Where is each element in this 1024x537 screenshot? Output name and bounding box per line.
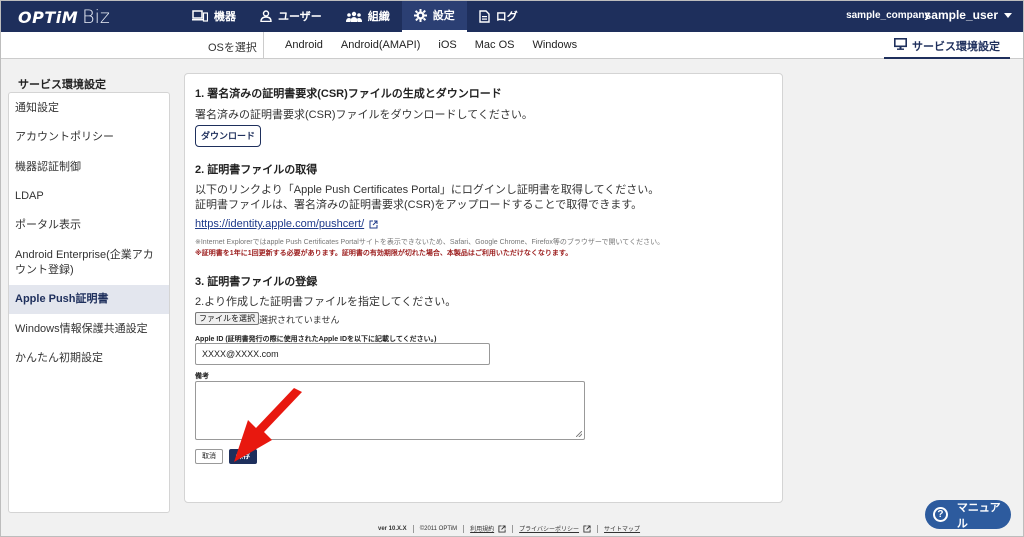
step2-text1: 以下のリンクより「Apple Push Certificates Portal」…	[195, 184, 660, 196]
tab-android[interactable]: Android	[276, 32, 332, 58]
footer: ver 10.X.X ©2011 OPTiM 利用規約 プライバシーポリシー サ…	[378, 524, 640, 533]
sidebar-item-notification[interactable]: 通知設定	[9, 93, 169, 123]
tab-android-amapi[interactable]: Android(AMAPI)	[332, 32, 429, 58]
terms-text: 利用規約	[470, 527, 495, 533]
sidebar-item-label: LDAP	[15, 190, 44, 202]
sidebar-item-label: 通知設定	[15, 101, 59, 114]
footer-terms-link[interactable]: 利用規約	[470, 524, 506, 533]
footer-separator	[597, 524, 599, 533]
main-nav: 機器 ユーザー 組織 設定 ログ	[180, 0, 530, 32]
monitor-icon	[894, 38, 907, 50]
step1-heading: 1. 署名済みの証明書要求(CSR)ファイルの生成とダウンロード	[195, 88, 502, 100]
user-name: sample_user	[924, 8, 998, 22]
sidebar-item-ldap[interactable]: LDAP	[9, 182, 169, 211]
nav-organization[interactable]: 組織	[334, 0, 402, 32]
os-select-label: OSを選択	[208, 42, 257, 54]
sidebar-item-label: かんたん初期設定	[15, 352, 103, 364]
nav-settings[interactable]: 設定	[401, 0, 467, 32]
sidebar-item-apple-push[interactable]: Apple Push証明書	[9, 285, 169, 314]
sidebar-item-account-policy[interactable]: アカウントポリシー	[9, 123, 169, 152]
tab-windows[interactable]: Windows	[523, 32, 586, 58]
sidebar-item-device-auth[interactable]: 機器認証制御	[9, 152, 169, 182]
download-button[interactable]: ダウンロード	[195, 125, 262, 147]
browser-note: ※Internet Explorerではapple Push Certifica…	[195, 239, 665, 246]
sidebar-item-easy-setup[interactable]: かんたん初期設定	[9, 344, 169, 373]
step1-text: 署名済みの証明書要求(CSR)ファイルをダウンロードしてください。	[195, 109, 533, 121]
nav-settings-label: 設定	[432, 10, 455, 22]
nav-log[interactable]: ログ	[467, 0, 530, 32]
step2-heading: 2. 証明書ファイルの取得	[195, 164, 318, 176]
nav-organization-label: 組織	[367, 11, 390, 23]
external-link-icon	[583, 524, 591, 533]
nav-users-label: ユーザー	[278, 11, 322, 23]
manual-label: マニュアル	[956, 501, 1001, 530]
footer-privacy-link[interactable]: プライバシーポリシー	[519, 524, 591, 533]
sidebar-item-label: Apple Push証明書	[15, 293, 109, 305]
logo-product: Biz	[82, 6, 110, 28]
log-icon	[479, 9, 490, 23]
sidebar-item-label: Android Enterprise(企業アカウント登録)	[15, 248, 154, 276]
os-tabs: Android Android(AMAPI) iOS Mac OS Window…	[276, 32, 586, 58]
manual-button[interactable]: ? マニュアル	[925, 500, 1011, 530]
link-text: https://identity.apple.com/pushcert/	[195, 218, 365, 230]
caret-down-icon	[1004, 12, 1012, 18]
top-navigation-bar: OPTiM Biz 機器 ユーザー 組織 設定 ログ sample_compan…	[0, 0, 1024, 32]
nav-users[interactable]: ユーザー	[248, 0, 334, 32]
memo-label: 備考	[195, 373, 209, 380]
nav-devices-label: 機器	[214, 11, 236, 23]
choose-file-button[interactable]: ファイルを選択	[195, 312, 259, 325]
sidebar-item-android-enterprise[interactable]: Android Enterprise(企業アカウント登録)	[9, 240, 169, 285]
footer-sitemap-link[interactable]: サイトマップ	[604, 524, 640, 533]
step3-heading: 3. 証明書ファイルの登録	[195, 276, 318, 288]
appleid-input[interactable]: XXXX@XXXX.com	[195, 343, 490, 365]
footer-separator	[412, 524, 414, 533]
tab-ios[interactable]: iOS	[429, 32, 465, 58]
company-name: sample_company	[846, 10, 930, 21]
sidebar-item-label: ポータル表示	[15, 219, 81, 231]
step2-text2: 証明書ファイルは、署名済みの証明書要求(CSR)をアップロードすることで取得でき…	[195, 199, 643, 211]
nav-log-label: ログ	[495, 11, 518, 23]
apple-pushcert-link[interactable]: https://identity.apple.com/pushcert/	[195, 218, 378, 230]
user-menu[interactable]: sample_user	[925, 8, 1012, 22]
footer-separator	[512, 524, 514, 533]
footer-copyright: ©2011 OPTiM	[419, 525, 458, 532]
sidebar: 通知設定 アカウントポリシー 機器認証制御 LDAP ポータル表示 Androi…	[8, 92, 170, 513]
footer-separator	[463, 524, 465, 533]
renewal-warning: ※証明書を1年に1回更新する必要があります。証明書の有効期限が切れた場合、本製品…	[195, 250, 573, 257]
logo-brand: OPTiM	[18, 8, 79, 27]
red-arrow-annotation-icon	[234, 388, 302, 462]
help-icon: ?	[933, 507, 948, 522]
gear-icon	[413, 8, 427, 22]
cancel-button[interactable]: 取消	[195, 449, 223, 464]
user-icon	[260, 10, 272, 22]
resize-grip-icon[interactable]	[576, 431, 582, 437]
sidebar-item-label: アカウントポリシー	[15, 131, 114, 143]
sidebar-item-windows-wip[interactable]: Windows情報保護共通設定	[9, 314, 169, 344]
organization-icon	[345, 11, 362, 22]
tab-service-settings[interactable]: サービス環境設定	[884, 32, 1010, 59]
os-divider	[263, 32, 264, 58]
os-selector-bar: OSを選択 Android Android(AMAPI) iOS Mac OS …	[0, 32, 1024, 59]
service-tab-label: サービス環境設定	[912, 41, 1000, 53]
sidebar-item-label: Windows情報保護共通設定	[15, 322, 148, 335]
tab-macos[interactable]: Mac OS	[466, 32, 524, 58]
sitemap-text: サイトマップ	[604, 527, 641, 533]
sidebar-item-portal[interactable]: ポータル表示	[9, 211, 169, 240]
sidebar-item-label: 機器認証制御	[15, 160, 81, 173]
external-link-icon	[369, 220, 378, 228]
file-status: 選択されていません	[259, 315, 340, 325]
optim-biz-logo[interactable]: OPTiM Biz	[18, 6, 110, 28]
nav-devices[interactable]: 機器	[180, 0, 248, 32]
step3-text: 2.より作成した証明書ファイルを指定してください。	[195, 296, 457, 308]
footer-version: ver 10.X.X	[378, 525, 407, 532]
external-link-icon	[498, 524, 506, 533]
devices-icon	[192, 10, 208, 22]
privacy-text: プライバシーポリシー	[519, 527, 580, 533]
sidebar-title: サービス環境設定	[18, 79, 106, 91]
